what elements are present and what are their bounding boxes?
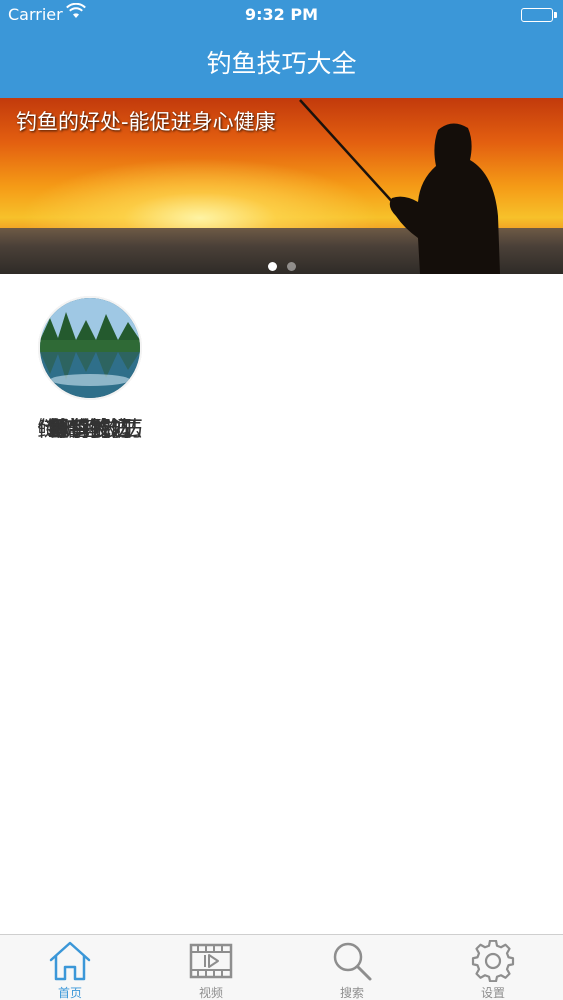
clock: 9:32 PM xyxy=(244,5,318,24)
film-icon xyxy=(189,943,233,979)
battery-icon xyxy=(521,8,557,22)
carp-thumbnail xyxy=(40,298,140,398)
tab-bar: 首页 视频 搜索 设置 xyxy=(0,934,563,1000)
nav-bar: 钓鱼技巧大全 xyxy=(0,30,563,98)
page-dot[interactable] xyxy=(286,262,296,271)
gear-icon xyxy=(471,940,515,982)
tab-home[interactable]: 首页 xyxy=(0,935,140,1000)
page-indicator[interactable] xyxy=(0,256,563,274)
banner-carousel[interactable]: 钓鱼的好处-能促进身心健康 xyxy=(0,98,563,274)
tab-label: 搜索 xyxy=(339,986,364,1000)
page-dot[interactable] xyxy=(267,262,277,271)
status-bar: Carrier 9:32 PM xyxy=(0,0,563,30)
banner-caption: 钓鱼的好处-能促进身心健康 xyxy=(16,110,276,134)
page-title: 钓鱼技巧大全 xyxy=(206,49,357,78)
tab-video[interactable]: 视频 xyxy=(141,935,281,1000)
home-icon xyxy=(49,941,91,981)
category-grid: 新手入门 鱼饵配方 传统钓技巧 台钓技巧 野钓技巧 鲫鱼钓法 鲢鳙鱼钓法 草鱼钓… xyxy=(0,274,563,934)
category-label: 鲤鱼钓法 xyxy=(48,417,132,441)
tab-settings[interactable]: 设置 xyxy=(423,935,563,1000)
tab-label: 设置 xyxy=(480,986,505,1000)
category-carp[interactable]: 鲤鱼钓法 xyxy=(0,274,180,444)
tab-label: 首页 xyxy=(57,986,82,1000)
search-icon xyxy=(333,942,372,981)
tab-label: 视频 xyxy=(198,986,223,1000)
tab-search[interactable]: 搜索 xyxy=(282,935,422,1000)
